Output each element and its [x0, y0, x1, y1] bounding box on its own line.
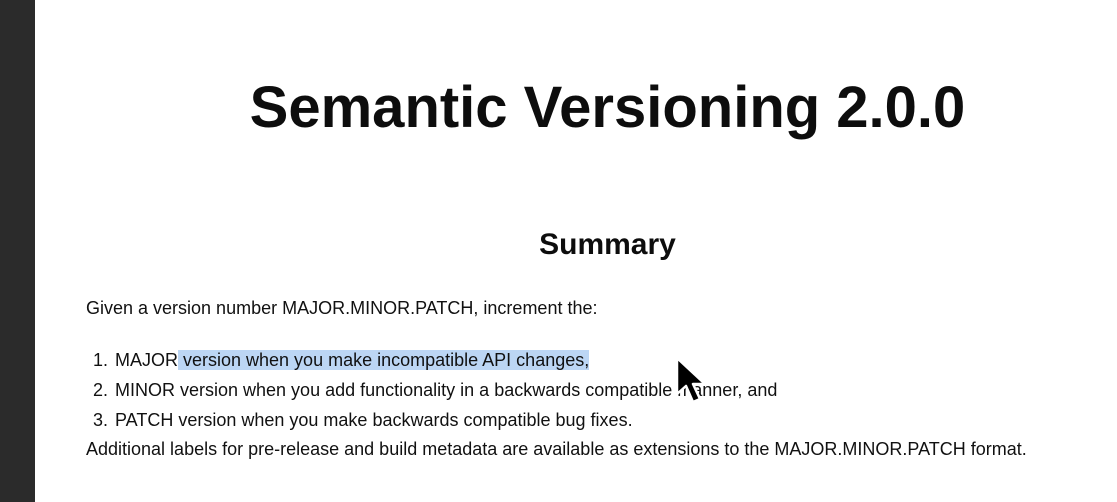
list-term: PATCH — [115, 410, 174, 430]
list-term: MINOR — [115, 380, 175, 400]
list-item-patch: 3. PATCH version when you make backwards … — [93, 405, 777, 435]
list-text: version when you make backwards compatib… — [173, 410, 633, 430]
list-number: 1. — [93, 350, 109, 370]
document-page: Semantic Versioning 2.0.0 Summary Given … — [35, 0, 1117, 502]
list-number: 3. — [93, 410, 109, 430]
arrow-pointer-icon — [675, 356, 707, 404]
intro-paragraph: Given a version number MAJOR.MINOR.PATCH… — [86, 298, 598, 318]
section-heading-summary: Summary — [539, 228, 676, 261]
page-title: Semantic Versioning 2.0.0 — [249, 75, 966, 140]
list-number: 2. — [93, 380, 109, 400]
list-term: MAJOR — [115, 350, 178, 370]
selected-text[interactable]: version when you make incompatible API c… — [178, 350, 590, 370]
left-sidebar-strip — [0, 0, 35, 502]
footer-paragraph: Additional labels for pre-release and bu… — [86, 439, 1027, 459]
